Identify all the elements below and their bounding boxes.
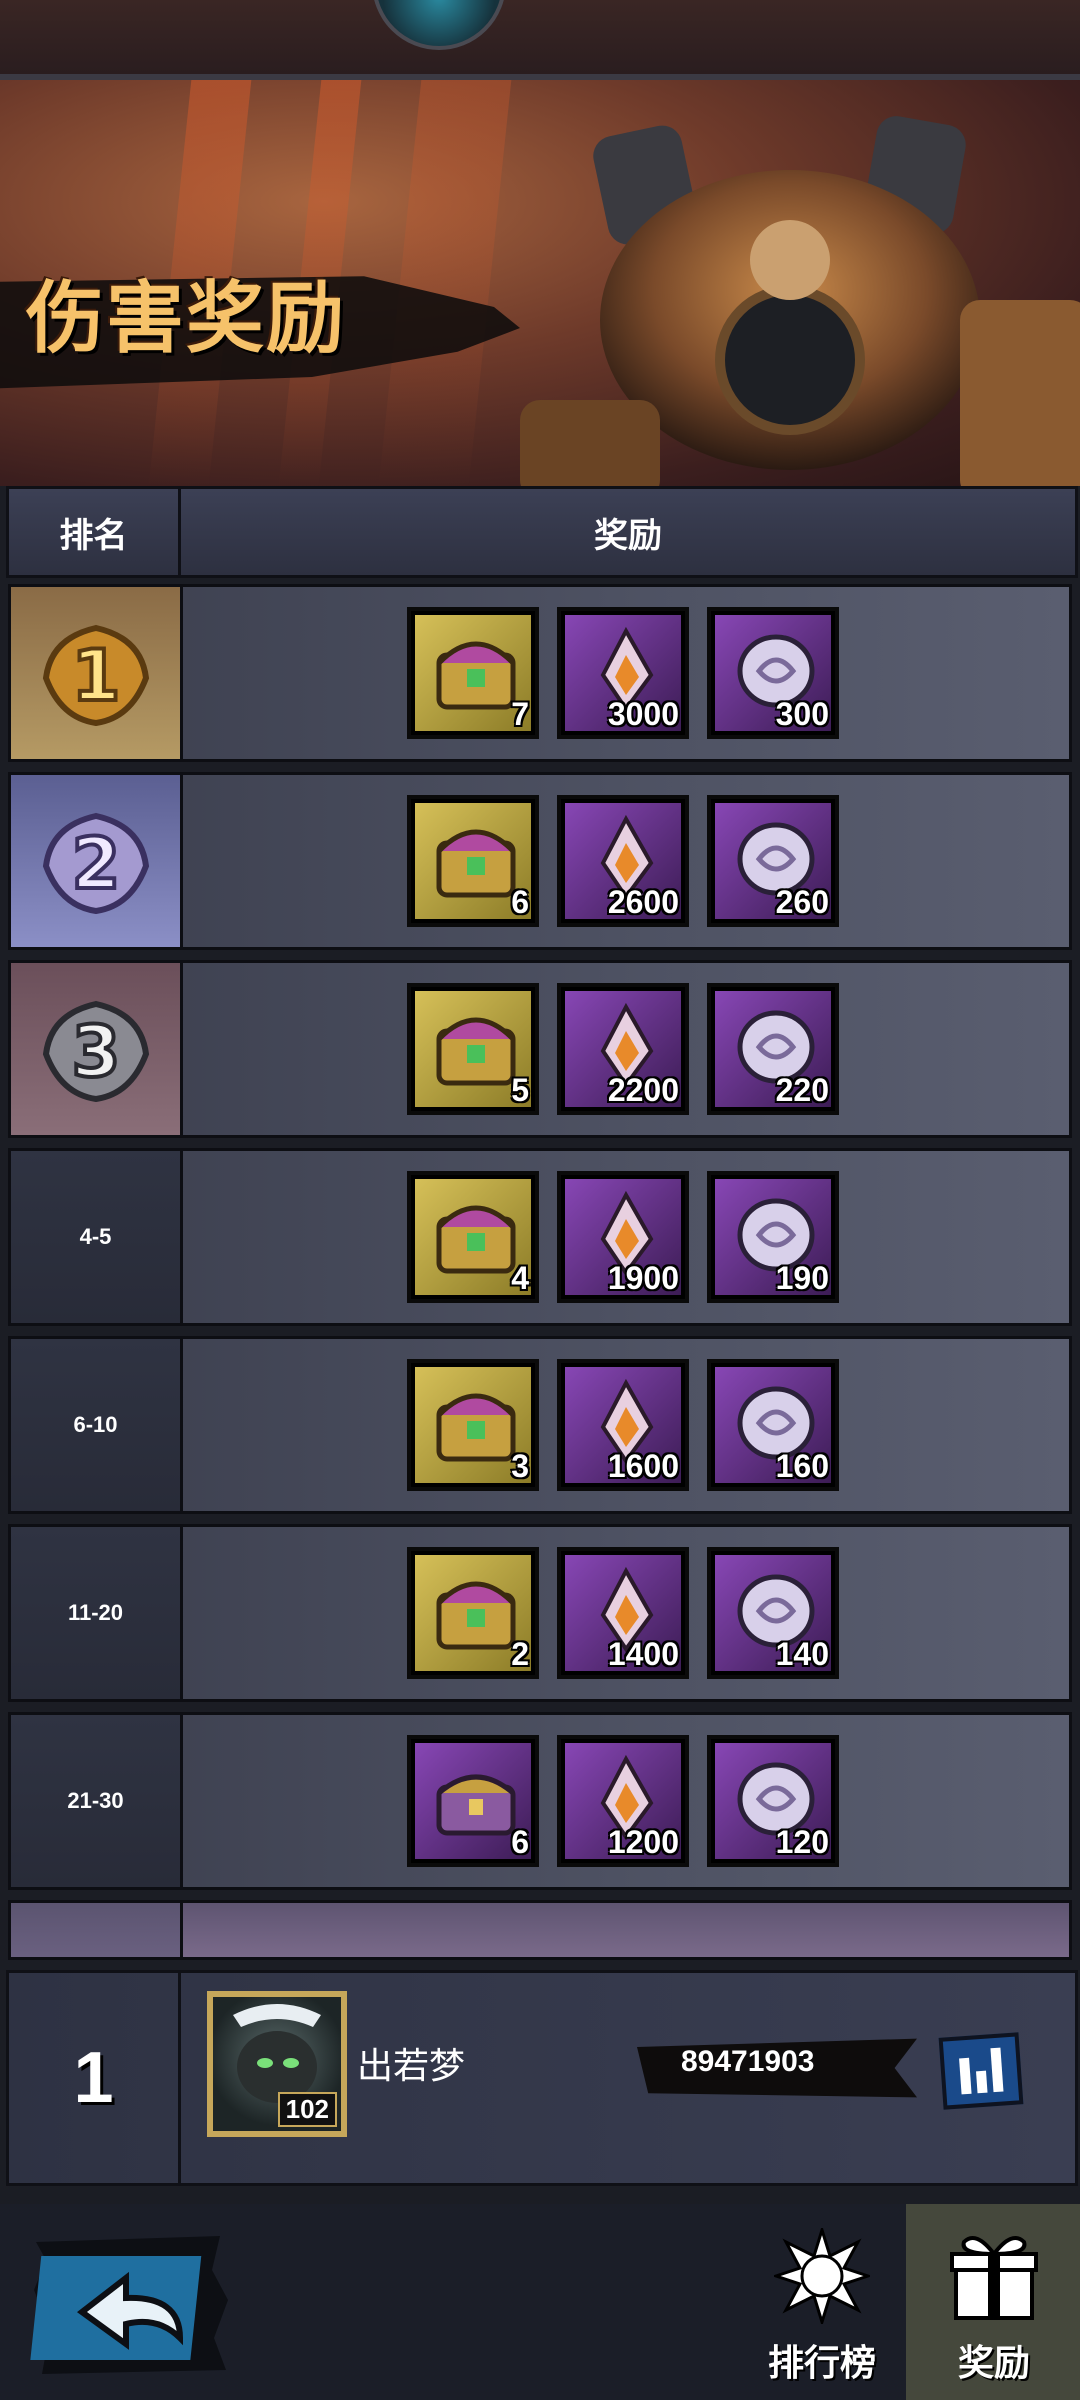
- reward-count: 2600: [607, 884, 679, 920]
- bottom-nav: 排行榜 奖励: [0, 2204, 1080, 2400]
- gold-chest-icon: [436, 829, 516, 898]
- gold-chest-icon: [436, 1393, 516, 1462]
- rank-number: 2: [71, 823, 120, 905]
- player-name: 出若梦: [357, 2046, 466, 2087]
- reward-count: 300: [775, 696, 829, 732]
- reward-count: 260: [775, 884, 829, 920]
- avatar[interactable]: 102: [207, 1991, 347, 2137]
- bar-chart-icon: [959, 2057, 972, 2095]
- reward-item[interactable]: 7: [407, 607, 539, 739]
- header-rank: 排名: [9, 489, 181, 575]
- top-strip: [0, 0, 1080, 80]
- reward-count: 2: [511, 1636, 529, 1672]
- reward-item[interactable]: 1400: [557, 1547, 689, 1679]
- gold-chest-icon: [436, 1581, 516, 1650]
- tab-reward-label: 奖励: [957, 2343, 1030, 2384]
- tab-ranking[interactable]: 排行榜: [734, 2204, 910, 2400]
- reward-count: 3: [511, 1448, 529, 1484]
- reward-count: 7: [511, 696, 529, 732]
- reward-item[interactable]: 160: [707, 1359, 839, 1491]
- my-rank-number: 1: [9, 1973, 181, 2183]
- reward-count: 1200: [607, 1824, 679, 1860]
- reward-count: 4: [511, 1260, 529, 1296]
- reward-count: 3000: [607, 696, 679, 732]
- reward-row: 3 5 2200 220: [8, 960, 1072, 1138]
- page-title: 伤害奖励: [26, 274, 347, 364]
- reward-item[interactable]: 4: [407, 1171, 539, 1303]
- reward-item[interactable]: 260: [707, 795, 839, 927]
- damage-reward-banner: 伤害奖励: [0, 80, 1080, 486]
- rank-cell: 3: [11, 963, 183, 1135]
- reward-item[interactable]: 2: [407, 1547, 539, 1679]
- reward-item[interactable]: 5: [407, 983, 539, 1115]
- bronze-medal-icon: 3: [42, 1000, 149, 1103]
- tab-ranking-label: 排行榜: [767, 2343, 876, 2384]
- reward-item[interactable]: 300: [707, 607, 839, 739]
- rank-number: 1: [71, 635, 120, 717]
- rank-cell: 2: [11, 775, 183, 947]
- reward-row: 4-5 4 1900 190: [8, 1148, 1072, 1326]
- header-reward: 奖励: [594, 515, 662, 556]
- reward-count: 120: [775, 1824, 829, 1860]
- reward-count: 1600: [607, 1448, 679, 1484]
- rank-number: 3: [71, 1011, 120, 1093]
- tab-reward[interactable]: 奖励: [906, 2204, 1080, 2400]
- rank-cell: 21-30: [11, 1715, 183, 1887]
- back-button[interactable]: [30, 2230, 230, 2380]
- reward-row: 2 6 2600 260: [8, 772, 1072, 950]
- reward-count: 160: [775, 1448, 829, 1484]
- purple-chest-icon: [436, 1774, 516, 1836]
- reward-row-partial: [8, 1900, 1072, 1960]
- reward-item[interactable]: 220: [707, 983, 839, 1115]
- sun-icon: [774, 2228, 870, 2324]
- reward-item[interactable]: 1900: [557, 1171, 689, 1303]
- rank-cell: 1: [11, 587, 183, 759]
- reward-item[interactable]: 6: [407, 1735, 539, 1867]
- reward-count: 6: [511, 884, 529, 920]
- reward-count: 1900: [607, 1260, 679, 1296]
- reward-item[interactable]: 2600: [557, 795, 689, 927]
- my-rank-bar: 1 102 出若梦 89471903: [6, 1970, 1078, 2186]
- gold-chest-icon: [436, 1205, 516, 1274]
- reward-item[interactable]: 6: [407, 795, 539, 927]
- damage-score: 89471903: [681, 2045, 815, 2078]
- reward-count: 1400: [607, 1636, 679, 1672]
- boss-robot-illustration: [520, 116, 1080, 486]
- reward-count: 190: [775, 1260, 829, 1296]
- reward-item[interactable]: 120: [707, 1735, 839, 1867]
- rank-cell: 4-5: [11, 1151, 183, 1323]
- reward-row: 11-20 2 1400 140: [8, 1524, 1072, 1702]
- reward-count: 2200: [607, 1072, 679, 1108]
- gold-chest-icon: [436, 641, 516, 710]
- reward-count: 140: [775, 1636, 829, 1672]
- reward-count: 220: [775, 1072, 829, 1108]
- bar-chart-icon: [976, 2070, 988, 2094]
- rank-cell: [11, 1903, 183, 1957]
- table-header: 排名 奖励: [6, 486, 1078, 578]
- damage-stats-button[interactable]: [938, 2032, 1024, 2110]
- reward-item[interactable]: 2200: [557, 983, 689, 1115]
- reward-item[interactable]: 1600: [557, 1359, 689, 1491]
- reward-row: 21-30 6 1200 120: [8, 1712, 1072, 1890]
- bar-chart-icon: [990, 2047, 1004, 2093]
- gold-medal-icon: 1: [42, 624, 149, 727]
- silver-medal-icon: 2: [42, 812, 149, 915]
- reward-row: 6-10 3 1600 160: [8, 1336, 1072, 1514]
- reward-item[interactable]: 140: [707, 1547, 839, 1679]
- reward-count: 5: [511, 1072, 529, 1108]
- reward-item[interactable]: 3: [407, 1359, 539, 1491]
- boss-portrait-icon: [372, 0, 506, 50]
- reward-item[interactable]: 1200: [557, 1735, 689, 1867]
- reward-item[interactable]: 3000: [557, 607, 689, 739]
- gold-chest-icon: [436, 1017, 516, 1086]
- back-arrow-icon: [30, 2236, 228, 2374]
- reward-item[interactable]: 190: [707, 1171, 839, 1303]
- reward-row: 1 7 3000 300: [8, 584, 1072, 762]
- rank-cell: 6-10: [11, 1339, 183, 1511]
- reward-count: 6: [511, 1824, 529, 1860]
- gift-icon: [950, 2236, 1038, 2320]
- player-level: 102: [277, 2092, 337, 2127]
- rank-cell: 11-20: [11, 1527, 183, 1699]
